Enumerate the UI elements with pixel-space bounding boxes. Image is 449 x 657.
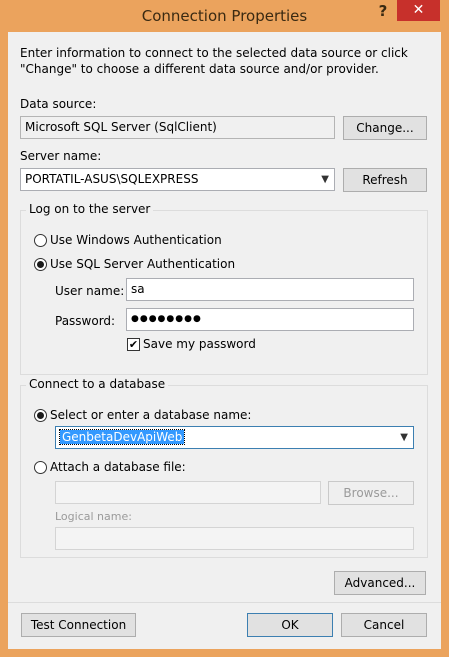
save-password-checkbox[interactable]: ✔ — [127, 338, 140, 351]
logical-name-input[interactable] — [55, 527, 414, 550]
window-frame: Connection Properties ? ✕ Enter informat… — [0, 0, 449, 657]
data-source-label: Data source: — [20, 97, 97, 111]
save-password-label[interactable]: Save my password — [143, 337, 256, 351]
username-input[interactable]: sa — [126, 278, 414, 301]
refresh-button[interactable]: Refresh — [343, 168, 427, 192]
logon-group-label: Log on to the server — [26, 202, 154, 216]
intro-text: Enter information to connect to the sele… — [20, 46, 408, 76]
password-label: Password: — [55, 314, 116, 328]
db-name-combo[interactable]: GenbetaDevApiWeb ▼ — [55, 426, 414, 449]
server-name-label: Server name: — [20, 149, 102, 163]
data-source-field: Microsoft SQL Server (SqlClient) — [20, 116, 335, 139]
sql-auth-radio[interactable] — [34, 258, 47, 271]
chevron-down-icon[interactable]: ▼ — [400, 427, 408, 448]
cancel-button[interactable]: Cancel — [341, 613, 427, 637]
password-input[interactable]: ●●●●●●●● — [126, 308, 414, 331]
title-bar[interactable]: Connection Properties ? ✕ — [0, 0, 449, 32]
select-db-label[interactable]: Select or enter a database name: — [50, 408, 251, 422]
test-connection-button[interactable]: Test Connection — [21, 613, 136, 637]
dialog-body: Enter information to connect to the sele… — [8, 32, 441, 649]
windows-auth-radio[interactable] — [34, 234, 47, 247]
ok-button[interactable]: OK — [247, 613, 333, 637]
server-name-combo[interactable]: PORTATIL-ASUS\SQLEXPRESS ▼ — [20, 168, 335, 191]
attach-db-label[interactable]: Attach a database file: — [50, 460, 186, 474]
logical-name-label: Logical name: — [55, 510, 132, 523]
select-db-radio[interactable] — [34, 409, 47, 422]
database-group-label: Connect to a database — [26, 377, 169, 391]
windows-auth-label[interactable]: Use Windows Authentication — [50, 233, 222, 247]
username-label: User name: — [55, 284, 125, 298]
advanced-button[interactable]: Advanced... — [334, 571, 426, 595]
browse-button[interactable]: Browse... — [328, 481, 414, 505]
server-name-value: PORTATIL-ASUS\SQLEXPRESS — [25, 172, 199, 186]
db-name-value: GenbetaDevApiWeb — [58, 429, 186, 445]
footer-divider — [8, 602, 441, 603]
attach-file-input[interactable] — [55, 481, 321, 504]
sql-auth-label[interactable]: Use SQL Server Authentication — [50, 257, 235, 271]
chevron-down-icon[interactable]: ▼ — [321, 169, 329, 190]
close-icon[interactable]: ✕ — [397, 0, 440, 21]
attach-db-radio[interactable] — [34, 461, 47, 474]
help-icon[interactable]: ? — [377, 2, 389, 22]
change-button[interactable]: Change... — [343, 116, 427, 140]
